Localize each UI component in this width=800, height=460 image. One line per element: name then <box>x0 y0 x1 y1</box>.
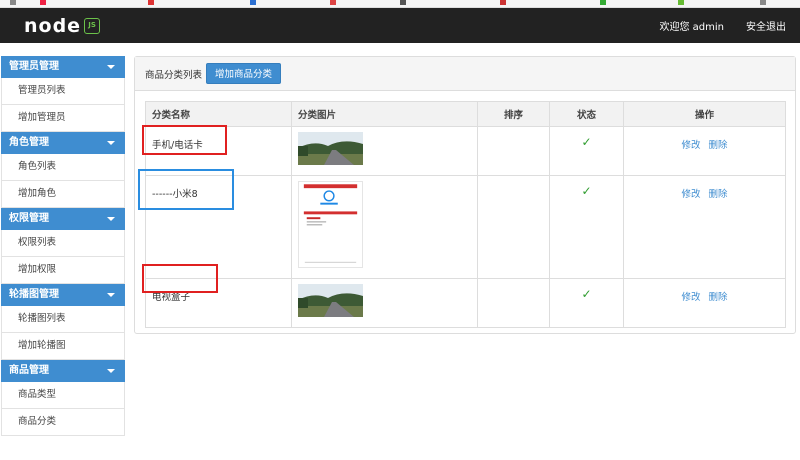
sidebar-group-role: 角色管理 角色列表 增加角色 <box>1 132 125 208</box>
category-image-cell <box>291 175 478 279</box>
column-header-image: 分类图片 <box>291 101 478 127</box>
table-row: 电视盒子 ✓ 修改 删除 <box>145 278 786 328</box>
sidebar-group-title: 角色管理 <box>9 137 49 148</box>
bookmark-item[interactable] <box>250 0 259 6</box>
check-icon: ✓ <box>581 184 592 198</box>
category-status[interactable]: ✓ <box>549 175 624 279</box>
bookmark-item[interactable] <box>678 0 687 6</box>
delete-link[interactable]: 删除 <box>709 140 728 151</box>
category-table: 分类名称 分类图片 排序 状态 操作 手机/电话卡 ✓ 修改 删除 ------… <box>145 101 786 328</box>
edit-link[interactable]: 修改 <box>681 189 700 200</box>
sidebar-item-carousel-list[interactable]: 轮播图列表 <box>1 306 125 333</box>
caret-down-icon <box>107 65 115 69</box>
sidebar-group-title: 管理员管理 <box>9 61 59 72</box>
sidebar-item-add-carousel[interactable]: 增加轮播图 <box>1 333 125 360</box>
breadcrumb-category-list[interactable]: 商品分类列表 <box>145 67 202 81</box>
bookmark-item[interactable] <box>10 0 19 6</box>
column-header-actions: 操作 <box>623 101 786 127</box>
js-badge-icon: JS <box>84 18 101 34</box>
sidebar-item-add-role[interactable]: 增加角色 <box>1 181 125 208</box>
caret-down-icon <box>107 369 115 373</box>
bookmark-item[interactable] <box>600 0 609 6</box>
category-actions: 修改 删除 <box>623 278 786 328</box>
column-header-name: 分类名称 <box>145 101 292 127</box>
sidebar-group-carousel: 轮播图管理 轮播图列表 增加轮播图 <box>1 284 125 360</box>
panel-header: 商品分类列表 增加商品分类 <box>135 57 795 91</box>
category-status[interactable]: ✓ <box>549 278 624 328</box>
bookmark-item[interactable] <box>330 0 339 6</box>
category-sort <box>477 175 550 279</box>
sidebar-group-header[interactable]: 角色管理 <box>1 132 125 154</box>
sidebar-item-add-admin[interactable]: 增加管理员 <box>1 105 125 132</box>
phone-screenshot-image <box>298 181 363 268</box>
logo-text: node <box>24 15 82 37</box>
sidebar-item-role-list[interactable]: 角色列表 <box>1 154 125 181</box>
sidebar: 管理员管理 管理员列表 增加管理员 角色管理 角色列表 增加角色 权限管理 权限… <box>1 56 125 436</box>
caret-down-icon <box>107 293 115 297</box>
table-row: 手机/电话卡 ✓ 修改 删除 <box>145 126 786 176</box>
main-panel: 商品分类列表 增加商品分类 分类名称 分类图片 排序 状态 操作 手机/电话卡 <box>134 56 796 334</box>
category-sort <box>477 278 550 328</box>
road-photo-image <box>298 284 363 317</box>
sidebar-group-goods: 商品管理 商品类型 商品分类 <box>1 360 125 436</box>
sidebar-item-admin-list[interactable]: 管理员列表 <box>1 78 125 105</box>
bookmarks-bar <box>0 0 800 8</box>
delete-link[interactable]: 删除 <box>709 292 728 303</box>
table-header-row: 分类名称 分类图片 排序 状态 操作 <box>145 101 786 127</box>
category-image-cell <box>291 126 478 176</box>
welcome-user: 欢迎您 admin <box>659 22 724 33</box>
column-header-status: 状态 <box>549 101 624 127</box>
category-name: ------小米8 <box>145 175 292 279</box>
check-icon: ✓ <box>581 287 592 301</box>
sidebar-group-title: 权限管理 <box>9 213 49 224</box>
bookmark-item[interactable] <box>500 0 509 6</box>
check-icon: ✓ <box>581 135 592 149</box>
sidebar-group-header[interactable]: 权限管理 <box>1 208 125 230</box>
sidebar-item-goods-type[interactable]: 商品类型 <box>1 382 125 409</box>
sidebar-item-goods-category[interactable]: 商品分类 <box>1 409 125 436</box>
edit-link[interactable]: 修改 <box>681 292 700 303</box>
caret-down-icon <box>107 141 115 145</box>
bookmark-item[interactable] <box>40 0 49 6</box>
bookmark-item[interactable] <box>760 0 769 6</box>
sidebar-group-admin: 管理员管理 管理员列表 增加管理员 <box>1 56 125 132</box>
sidebar-item-permission-list[interactable]: 权限列表 <box>1 230 125 257</box>
sidebar-group-header[interactable]: 轮播图管理 <box>1 284 125 306</box>
sidebar-group-permission: 权限管理 权限列表 增加权限 <box>1 208 125 284</box>
add-category-button[interactable]: 增加商品分类 <box>206 63 282 84</box>
sidebar-group-header[interactable]: 管理员管理 <box>1 56 125 78</box>
bookmark-item[interactable] <box>148 0 157 6</box>
column-header-sort: 排序 <box>477 101 550 127</box>
category-name: 手机/电话卡 <box>145 126 292 176</box>
table-row: ------小米8 ✓ 修改 删除 <box>145 175 786 279</box>
sidebar-group-header[interactable]: 商品管理 <box>1 360 125 382</box>
category-name: 电视盒子 <box>145 278 292 328</box>
sidebar-group-title: 轮播图管理 <box>9 289 59 300</box>
caret-down-icon <box>107 217 115 221</box>
bookmark-item[interactable] <box>400 0 409 6</box>
sidebar-item-add-permission[interactable]: 增加权限 <box>1 257 125 284</box>
category-status[interactable]: ✓ <box>549 126 624 176</box>
category-sort <box>477 126 550 176</box>
delete-link[interactable]: 删除 <box>709 189 728 200</box>
category-actions: 修改 删除 <box>623 126 786 176</box>
top-navbar: node JS 欢迎您 admin 安全退出 <box>0 8 800 43</box>
logout-link[interactable]: 安全退出 <box>746 18 786 33</box>
category-actions: 修改 删除 <box>623 175 786 279</box>
road-photo-image <box>298 132 363 165</box>
sidebar-group-title: 商品管理 <box>9 365 49 376</box>
nodejs-logo[interactable]: node JS <box>24 15 101 37</box>
category-image-cell <box>291 278 478 328</box>
edit-link[interactable]: 修改 <box>681 140 700 151</box>
